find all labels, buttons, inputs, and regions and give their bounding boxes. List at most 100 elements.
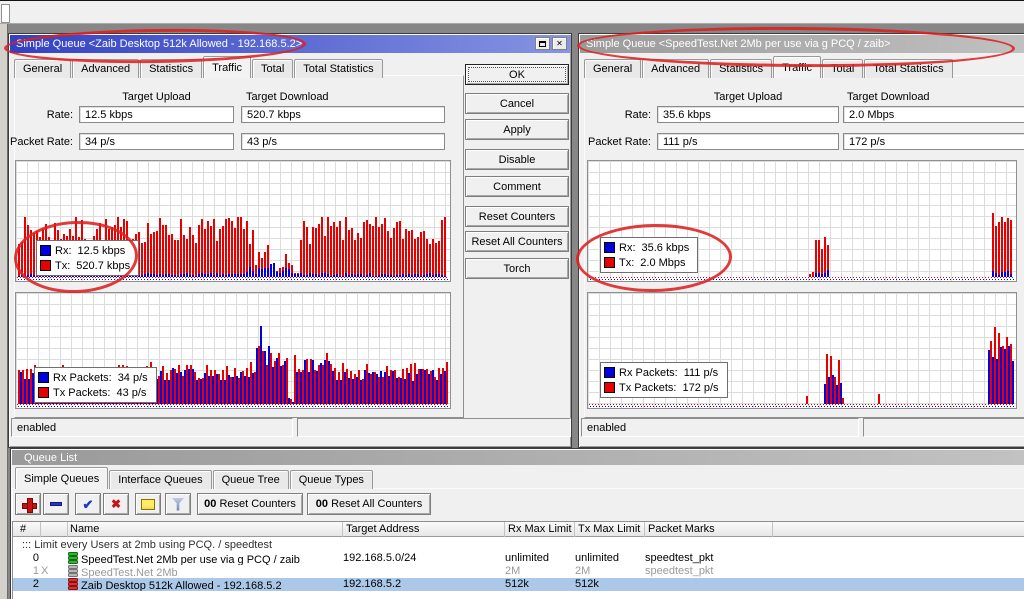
disable-button[interactable]: ✖ bbox=[103, 493, 129, 515]
queue-name: SpeedTest.Net 2Mb bbox=[81, 567, 178, 578]
queue-icon bbox=[68, 578, 78, 590]
tab-traffic[interactable]: Traffic bbox=[773, 56, 821, 78]
top-toolbar-strip bbox=[0, 1, 1024, 24]
right-dialog-titlebar[interactable]: Simple Queue <SpeedTest.Net 2Mb per use … bbox=[580, 35, 1024, 53]
column-header-name[interactable]: Name bbox=[68, 522, 343, 537]
tab-general[interactable]: General bbox=[14, 59, 71, 78]
filter-funnel-icon bbox=[172, 498, 185, 511]
apply-button[interactable]: Apply bbox=[465, 119, 569, 140]
rx-label: Rx: bbox=[619, 242, 636, 254]
reset-counters-toolbar-button[interactable]: 00 Reset Counters bbox=[197, 493, 303, 515]
tab-total[interactable]: Total bbox=[822, 59, 863, 78]
rate-traffic-graph: Rx: 35.6 kbps Tx: 2.0 Mbps bbox=[587, 160, 1017, 282]
simple-queue-dialog-right: Simple Queue <SpeedTest.Net 2Mb per use … bbox=[578, 33, 1024, 448]
check-icon: ✔ bbox=[83, 498, 94, 511]
packet-rate-label: Packet Rate: bbox=[579, 136, 651, 148]
left-dialog-title: Simple Queue <Zaib Desktop 512k Allowed … bbox=[16, 38, 302, 50]
rate-label: Rate: bbox=[579, 109, 651, 121]
winbox-workspace: Simple Queue <Zaib Desktop 512k Allowed … bbox=[0, 0, 1024, 599]
tab-statistics[interactable]: Statistics bbox=[710, 59, 772, 78]
filter-button[interactable] bbox=[165, 493, 191, 515]
top-left-box bbox=[1, 4, 10, 23]
torch-button[interactable]: Torch bbox=[465, 258, 569, 279]
comment-row[interactable]: ::: Limit every Users at 2mb using PCQ. … bbox=[13, 539, 1024, 552]
tab-queue-tree[interactable]: Queue Tree bbox=[213, 470, 289, 489]
tab-statistics[interactable]: Statistics bbox=[140, 59, 202, 78]
left-dialog-titlebar[interactable]: Simple Queue <Zaib Desktop 512k Allowed … bbox=[10, 35, 570, 53]
queue-icon bbox=[68, 565, 78, 577]
reset-counters-label: Reset Counters bbox=[219, 498, 295, 510]
tab-total-statistics[interactable]: Total Statistics bbox=[864, 59, 952, 78]
queue-list-window: Queue List Simple Queues Interface Queue… bbox=[10, 448, 1024, 599]
packet-rate-graph: Rx Packets:111 p/s Tx Packets:172 p/s bbox=[587, 292, 1017, 409]
column-header-rx-max-limit[interactable]: Rx Max Limit bbox=[505, 522, 575, 537]
column-header-tx-max-limit[interactable]: Tx Max Limit bbox=[575, 522, 645, 537]
tx-swatch bbox=[38, 387, 49, 398]
queue-list-title: Queue List bbox=[24, 452, 77, 464]
tx-swatch bbox=[604, 382, 615, 393]
rate-download-field[interactable]: 520.7 kbps bbox=[241, 106, 445, 123]
queue-table: # Name Target Address Rx Max Limit Tx Ma… bbox=[12, 521, 1024, 599]
ok-button[interactable]: OK bbox=[465, 64, 569, 85]
main-window-left-edge bbox=[0, 24, 8, 599]
column-header-flags[interactable] bbox=[41, 522, 68, 537]
plus-icon bbox=[22, 498, 35, 511]
rate-traffic-graph: Rx:12.5 kbps Tx:520.7 kbps bbox=[15, 160, 451, 282]
queue-row[interactable]: 1 X SpeedTest.Net 2Mb 2M 2M speedtest_pk… bbox=[13, 565, 1024, 578]
rx-value: 35.6 kbps bbox=[642, 242, 690, 254]
rx-swatch bbox=[604, 367, 615, 378]
disable-button[interactable]: Disable bbox=[465, 149, 569, 170]
queue-row[interactable]: 0 SpeedTest.Net 2Mb per use via g PCQ / … bbox=[13, 552, 1024, 565]
zeros-prefix: 00 bbox=[316, 498, 328, 510]
reset-all-counters-button[interactable]: Reset All Counters bbox=[465, 231, 569, 252]
packet-rate-download-field[interactable]: 172 p/s bbox=[843, 133, 1024, 150]
tab-queue-types[interactable]: Queue Types bbox=[290, 470, 373, 489]
cancel-button[interactable]: Cancel bbox=[465, 93, 569, 114]
queue-name: Zaib Desktop 512k Allowed - 192.168.5.2 bbox=[81, 580, 282, 591]
close-icon[interactable]: ✕ bbox=[552, 37, 567, 50]
tx-value: 2.0 Mbps bbox=[640, 257, 685, 269]
reset-counters-button[interactable]: Reset Counters bbox=[465, 206, 569, 227]
enable-button[interactable]: ✔ bbox=[75, 493, 101, 515]
comment-button[interactable] bbox=[135, 493, 161, 515]
tab-total[interactable]: Total bbox=[252, 59, 293, 78]
rx-packets-label: Rx Packets: bbox=[619, 367, 678, 379]
tab-total-statistics[interactable]: Total Statistics bbox=[294, 59, 382, 78]
column-header-empty bbox=[773, 522, 1024, 537]
reset-all-counters-toolbar-button[interactable]: 00 Reset All Counters bbox=[307, 493, 431, 515]
tx-label: Tx: bbox=[619, 257, 634, 269]
rate-legend: Rx: 35.6 kbps Tx: 2.0 Mbps bbox=[600, 237, 698, 273]
queue-name: SpeedTest.Net 2Mb per use via g PCQ / za… bbox=[81, 554, 300, 565]
add-button[interactable] bbox=[15, 493, 41, 515]
right-dialog-title: Simple Queue <SpeedTest.Net 2Mb per use … bbox=[586, 38, 891, 50]
packet-rate-download-field[interactable]: 43 p/s bbox=[241, 133, 445, 150]
remove-button[interactable] bbox=[43, 493, 69, 515]
maximize-icon[interactable] bbox=[535, 37, 550, 50]
tab-general[interactable]: General bbox=[584, 59, 641, 78]
tab-simple-queues[interactable]: Simple Queues bbox=[15, 467, 108, 489]
rate-upload-field[interactable]: 35.6 kbps bbox=[657, 106, 839, 123]
target-upload-header: Target Upload bbox=[657, 91, 839, 103]
tab-traffic[interactable]: Traffic bbox=[203, 56, 251, 78]
rate-download-field[interactable]: 2.0 Mbps bbox=[843, 106, 1024, 123]
rx-swatch bbox=[40, 245, 51, 256]
rx-packets-value: 111 p/s bbox=[684, 367, 718, 379]
tab-interface-queues[interactable]: Interface Queues bbox=[109, 470, 211, 489]
comment-button[interactable]: Comment bbox=[465, 176, 569, 197]
queue-list-titlebar[interactable]: Queue List bbox=[12, 450, 1024, 465]
tab-advanced[interactable]: Advanced bbox=[642, 59, 709, 78]
rate-upload-field[interactable]: 12.5 kbps bbox=[79, 106, 234, 123]
column-header-num[interactable]: # bbox=[13, 522, 41, 537]
queue-icon bbox=[68, 552, 78, 564]
tx-swatch bbox=[40, 260, 51, 271]
column-header-target-address[interactable]: Target Address bbox=[343, 522, 505, 537]
simple-queue-dialog-left: Simple Queue <Zaib Desktop 512k Allowed … bbox=[8, 33, 572, 448]
status-bar-secondary bbox=[297, 418, 571, 437]
tab-advanced[interactable]: Advanced bbox=[72, 59, 139, 78]
packet-legend: Rx Packets:34 p/s Tx Packets:43 p/s bbox=[34, 367, 157, 403]
status-bar: enabled bbox=[11, 418, 293, 437]
queue-row-selected[interactable]: 2 Zaib Desktop 512k Allowed - 192.168.5.… bbox=[13, 578, 1024, 591]
column-header-packet-marks[interactable]: Packet Marks bbox=[645, 522, 773, 537]
packet-rate-upload-field[interactable]: 34 p/s bbox=[79, 133, 234, 150]
packet-rate-upload-field[interactable]: 111 p/s bbox=[657, 133, 839, 150]
